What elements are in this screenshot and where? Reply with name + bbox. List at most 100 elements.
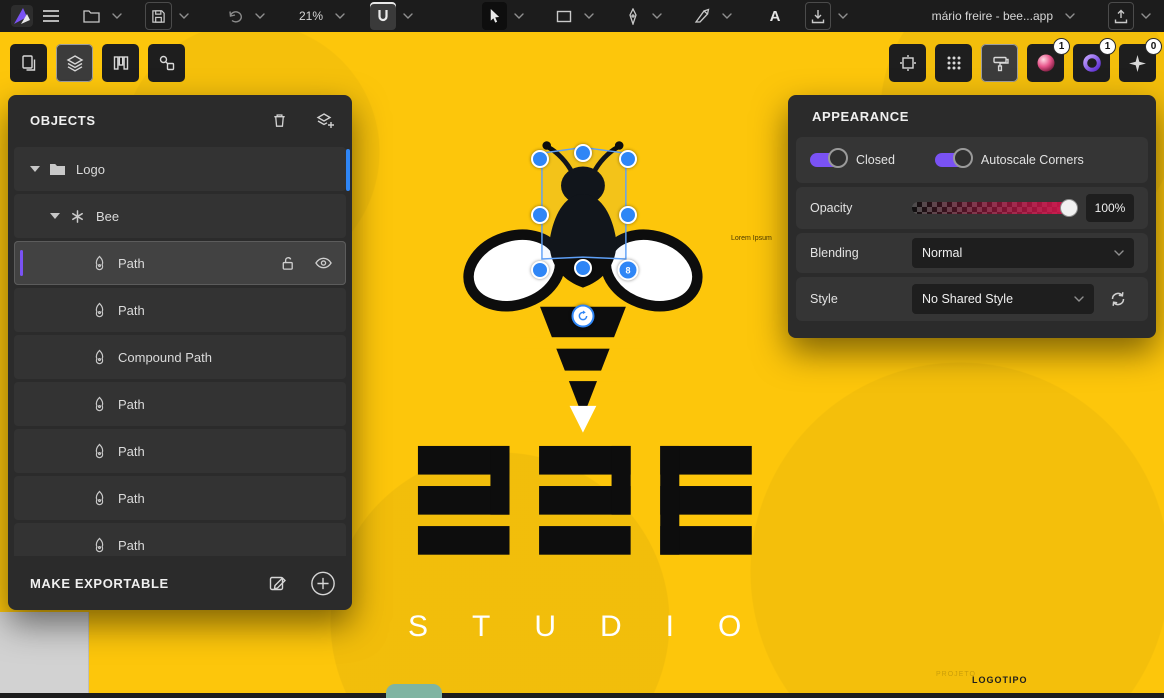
shape-tool-menu-chevron[interactable] bbox=[577, 2, 601, 30]
export-settings-button[interactable] bbox=[258, 564, 296, 602]
tree-row-logo[interactable]: Logo bbox=[14, 147, 346, 191]
blending-mode-dropdown[interactable]: Normal bbox=[912, 238, 1134, 268]
zoom-level-button[interactable]: 21% bbox=[294, 2, 328, 30]
autoscale-corners-label: Autoscale Corners bbox=[981, 153, 1084, 167]
layers-icon bbox=[66, 54, 84, 72]
disclosure-arrow-icon[interactable] bbox=[26, 165, 44, 173]
delete-object-button[interactable] bbox=[260, 101, 298, 139]
toggle-thumb bbox=[953, 148, 973, 168]
brush-tool-button[interactable] bbox=[689, 2, 715, 30]
selection-handle-mid-right[interactable] bbox=[619, 206, 637, 224]
transform-button[interactable] bbox=[889, 44, 926, 82]
save-menu-chevron[interactable] bbox=[172, 2, 196, 30]
chevron-down-icon bbox=[514, 13, 524, 19]
tree-row-path[interactable]: Path bbox=[14, 382, 346, 426]
shared-style-value: No Shared Style bbox=[922, 292, 1013, 306]
sync-style-button[interactable] bbox=[1102, 283, 1134, 315]
tree-row-path[interactable]: Path bbox=[14, 288, 346, 332]
tree-row-path[interactable]: Path bbox=[14, 476, 346, 520]
shape-tool-button[interactable] bbox=[551, 2, 577, 30]
shape-builder-tool-button[interactable] bbox=[370, 2, 396, 30]
shape-builder-menu-chevron[interactable] bbox=[396, 2, 420, 30]
bottom-sheet-handle[interactable] bbox=[386, 684, 442, 698]
studio-wordmark-text[interactable]: STUDIO bbox=[408, 610, 785, 644]
layers-button[interactable] bbox=[56, 44, 93, 82]
undo-button[interactable] bbox=[222, 2, 248, 30]
fill-color-button[interactable]: 1 bbox=[1027, 44, 1064, 82]
closed-toggle[interactable] bbox=[810, 153, 844, 167]
selection-handle-bottom-mid[interactable] bbox=[574, 259, 592, 277]
fill-count-badge: 1 bbox=[1053, 38, 1070, 55]
tree-row-compound-path[interactable]: Compound Path bbox=[14, 335, 346, 379]
save-button[interactable] bbox=[145, 2, 172, 30]
app-logo-icon bbox=[11, 5, 33, 27]
stroke-color-button[interactable]: 1 bbox=[1073, 44, 1110, 82]
document-title-button[interactable]: mário freire - bee...app bbox=[927, 2, 1058, 30]
import-button[interactable] bbox=[805, 2, 831, 30]
fill-color-icon bbox=[1036, 53, 1056, 73]
selection-handle-top-right[interactable] bbox=[619, 150, 637, 168]
projeto-caption-text: PROJETO bbox=[936, 671, 976, 678]
export-arrow-icon bbox=[1114, 9, 1128, 24]
folder-icon bbox=[44, 162, 70, 176]
text-tool-button[interactable]: A bbox=[763, 2, 787, 30]
chevron-down-icon bbox=[1114, 250, 1124, 256]
pen-tool-menu-chevron[interactable] bbox=[645, 2, 669, 30]
tree-row-path[interactable]: Path bbox=[14, 429, 346, 473]
selection-handle-bottom-right[interactable]: 8 bbox=[618, 260, 639, 281]
select-tool-button[interactable] bbox=[482, 2, 507, 30]
add-export-button[interactable] bbox=[304, 564, 342, 602]
components-button[interactable] bbox=[148, 44, 185, 82]
tree-row-bee[interactable]: Bee bbox=[14, 194, 346, 238]
objects-panel-header: OBJECTS bbox=[8, 95, 352, 145]
pages-button[interactable] bbox=[10, 44, 47, 82]
trash-icon bbox=[271, 112, 288, 129]
tree-row-label: Path bbox=[118, 538, 145, 553]
export-button[interactable] bbox=[1108, 2, 1134, 30]
appearance-button[interactable] bbox=[981, 44, 1018, 82]
objects-panel-title: OBJECTS bbox=[30, 113, 96, 128]
pen-nib-icon bbox=[628, 8, 638, 25]
rotate-handle[interactable] bbox=[572, 305, 595, 328]
effects-button[interactable]: 0 bbox=[1119, 44, 1156, 82]
disclosure-arrow-icon[interactable] bbox=[46, 212, 64, 220]
pen-tool-button[interactable] bbox=[621, 2, 645, 30]
rectangle-tool-icon bbox=[556, 10, 572, 23]
visibility-eye-icon[interactable] bbox=[315, 257, 332, 269]
closed-toggle-label: Closed bbox=[856, 153, 895, 167]
autoscale-corners-toggle[interactable] bbox=[935, 153, 969, 167]
tree-row-path[interactable]: Path bbox=[14, 523, 346, 556]
brush-tool-menu-chevron[interactable] bbox=[715, 2, 739, 30]
document-menu-chevron[interactable] bbox=[1058, 2, 1082, 30]
app-logo[interactable] bbox=[6, 2, 38, 30]
lorem-placeholder-text: Lorem Ipsum bbox=[731, 235, 772, 242]
menu-button[interactable] bbox=[38, 2, 64, 30]
selection-handle-bottom-left[interactable] bbox=[531, 261, 549, 279]
pen-path-icon bbox=[86, 490, 112, 506]
selection-handle-top-left[interactable] bbox=[531, 150, 549, 168]
export-menu-chevron[interactable] bbox=[1134, 2, 1158, 30]
opacity-value-field[interactable]: 100% bbox=[1086, 194, 1134, 222]
zoom-menu-chevron[interactable] bbox=[328, 2, 352, 30]
shared-style-dropdown[interactable]: No Shared Style bbox=[912, 284, 1094, 314]
path-options-row: Closed Autoscale Corners bbox=[796, 137, 1148, 183]
scrollbar-thumb[interactable] bbox=[346, 149, 350, 191]
selection-handle-top-mid[interactable] bbox=[574, 144, 592, 162]
import-menu-chevron[interactable] bbox=[831, 2, 855, 30]
open-file-menu-chevron[interactable] bbox=[105, 2, 129, 30]
artboards-button[interactable] bbox=[102, 44, 139, 82]
selection-handle-mid-left[interactable] bbox=[531, 206, 549, 224]
undo-menu-chevron[interactable] bbox=[248, 2, 272, 30]
path-points-button[interactable] bbox=[935, 44, 972, 82]
opacity-slider[interactable] bbox=[912, 202, 1070, 214]
toggle-thumb bbox=[828, 148, 848, 168]
points-grid-icon bbox=[945, 54, 963, 72]
tree-row-path-selected[interactable]: Path bbox=[14, 241, 346, 285]
add-layer-button[interactable] bbox=[306, 101, 344, 139]
open-file-button[interactable] bbox=[78, 2, 105, 30]
unlock-icon[interactable] bbox=[280, 255, 295, 271]
opacity-slider-knob[interactable] bbox=[1060, 199, 1078, 217]
logotipo-caption-text[interactable]: LOGOTIPO bbox=[972, 675, 1028, 685]
tree-row-label: Path bbox=[118, 397, 145, 412]
select-tool-menu-chevron[interactable] bbox=[507, 2, 531, 30]
